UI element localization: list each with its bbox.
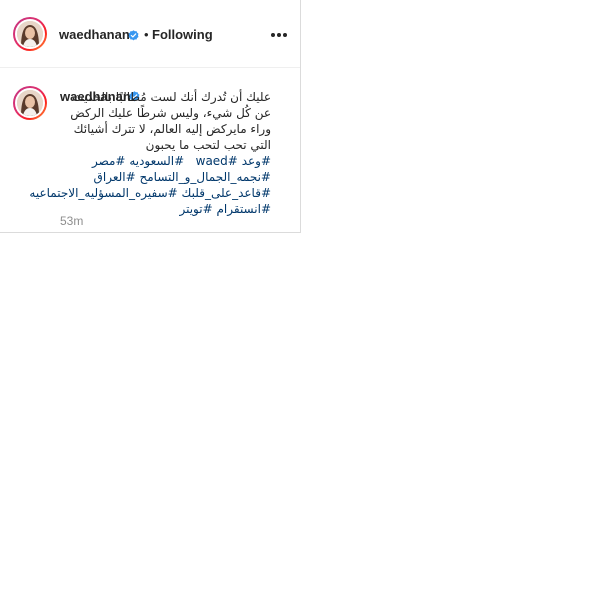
caption-body: عليك أن تُدرك أنك لست مُطالبًا بالحديث ع… [70,90,271,152]
caption-avatar[interactable] [13,86,47,120]
hashtag[interactable]: #نجمه_الجمال_و_التسامح [139,170,271,184]
hashtag[interactable]: #waed [196,154,238,168]
hashtag[interactable]: #انستقرام [216,202,271,216]
hashtag[interactable]: #تويتر [179,202,212,216]
post-panel: waedhanan • Following waedhanan عليك أن … [0,0,301,233]
hashtag[interactable]: #مصر [92,154,126,168]
verified-badge-icon [128,30,139,41]
hashtag[interactable]: #سفيره_المسؤليه_الاجتماعيه [29,186,177,200]
hashtag[interactable]: #وعد [242,154,271,168]
post-header: waedhanan • Following [0,0,300,68]
more-options-icon[interactable] [270,26,288,44]
header-username[interactable]: waedhanan [59,27,130,43]
hashtag[interactable]: #قاعد_على_قلبك [182,186,271,200]
following-button[interactable]: Following [152,27,213,43]
hashtag[interactable]: #السعوديه [129,154,184,168]
hashtag[interactable]: #العراق [94,170,136,184]
separator-dot: • [144,27,149,42]
caption-text: عليك أن تُدرك أنك لست مُطالبًا بالحديث ع… [29,89,271,217]
post-timestamp[interactable]: 53m [60,214,83,228]
profile-avatar[interactable] [13,17,47,51]
